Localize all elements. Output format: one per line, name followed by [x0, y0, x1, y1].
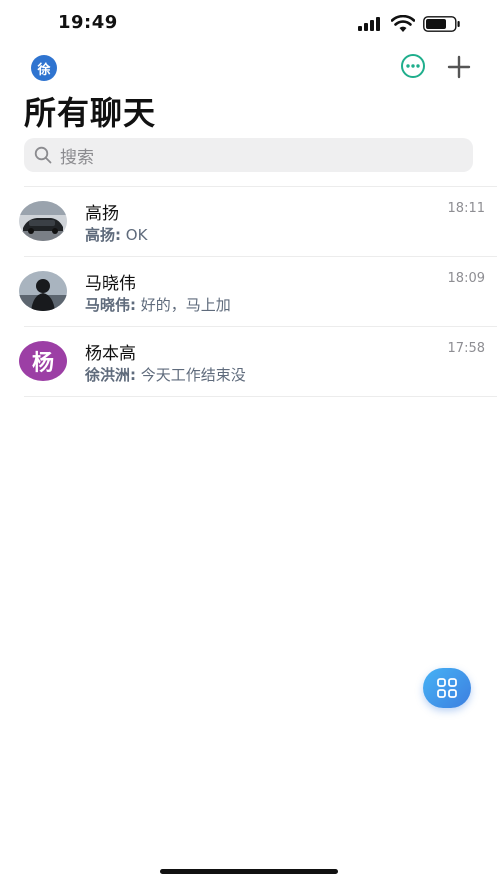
- preview-sender: 马晓伟:: [85, 296, 136, 314]
- preview-sender: 徐洪洲:: [85, 366, 136, 384]
- chat-name: 马晓伟: [85, 274, 136, 294]
- preview-message: 好的，马上加: [136, 296, 231, 314]
- chat-name: 杨本高: [85, 344, 136, 364]
- avatar: 杨: [19, 341, 67, 381]
- chat-item[interactable]: 高扬 18:11 高扬: OK: [0, 187, 497, 257]
- chat-preview: 高扬: OK: [85, 224, 147, 245]
- cellular-signal-icon: [358, 17, 380, 31]
- grid-apps-icon: [437, 678, 457, 698]
- chat-item[interactable]: 杨 杨本高 17:58 徐洪洲: 今天工作结束没: [0, 327, 497, 397]
- divider: [24, 396, 497, 397]
- chat-item[interactable]: 马晓伟 18:09 马晓伟: 好的，马上加: [0, 257, 497, 327]
- avatar: [19, 271, 67, 311]
- page-title: 所有聊天: [24, 94, 157, 132]
- wifi-icon: [391, 15, 415, 32]
- status-time: 19:49: [58, 12, 118, 33]
- plus-icon[interactable]: [446, 54, 472, 80]
- chat-preview: 马晓伟: 好的，马上加: [85, 294, 231, 315]
- search-input[interactable]: 搜索: [24, 138, 473, 172]
- chat-time: 18:11: [447, 201, 485, 216]
- preview-message: 今天工作结束没: [136, 366, 246, 384]
- chat-time: 18:09: [447, 271, 485, 286]
- avatar: [19, 201, 67, 241]
- my-avatar[interactable]: 徐: [31, 55, 57, 81]
- ellipsis-circle-icon[interactable]: [400, 53, 426, 79]
- chat-name: 高扬: [85, 204, 119, 224]
- chat-list: 高扬 18:11 高扬: OK 马晓伟 18:09 马晓伟: 好的，马上加 杨 …: [0, 187, 497, 397]
- apps-fab-button[interactable]: [423, 668, 471, 708]
- battery-icon: [423, 16, 460, 32]
- search-placeholder: 搜索: [60, 147, 94, 168]
- chat-time: 17:58: [447, 341, 485, 356]
- home-indicator[interactable]: [160, 869, 338, 874]
- search-icon: [34, 146, 52, 164]
- preview-sender: 高扬:: [85, 226, 121, 244]
- chat-preview: 徐洪洲: 今天工作结束没: [85, 364, 246, 385]
- preview-message: OK: [121, 226, 148, 244]
